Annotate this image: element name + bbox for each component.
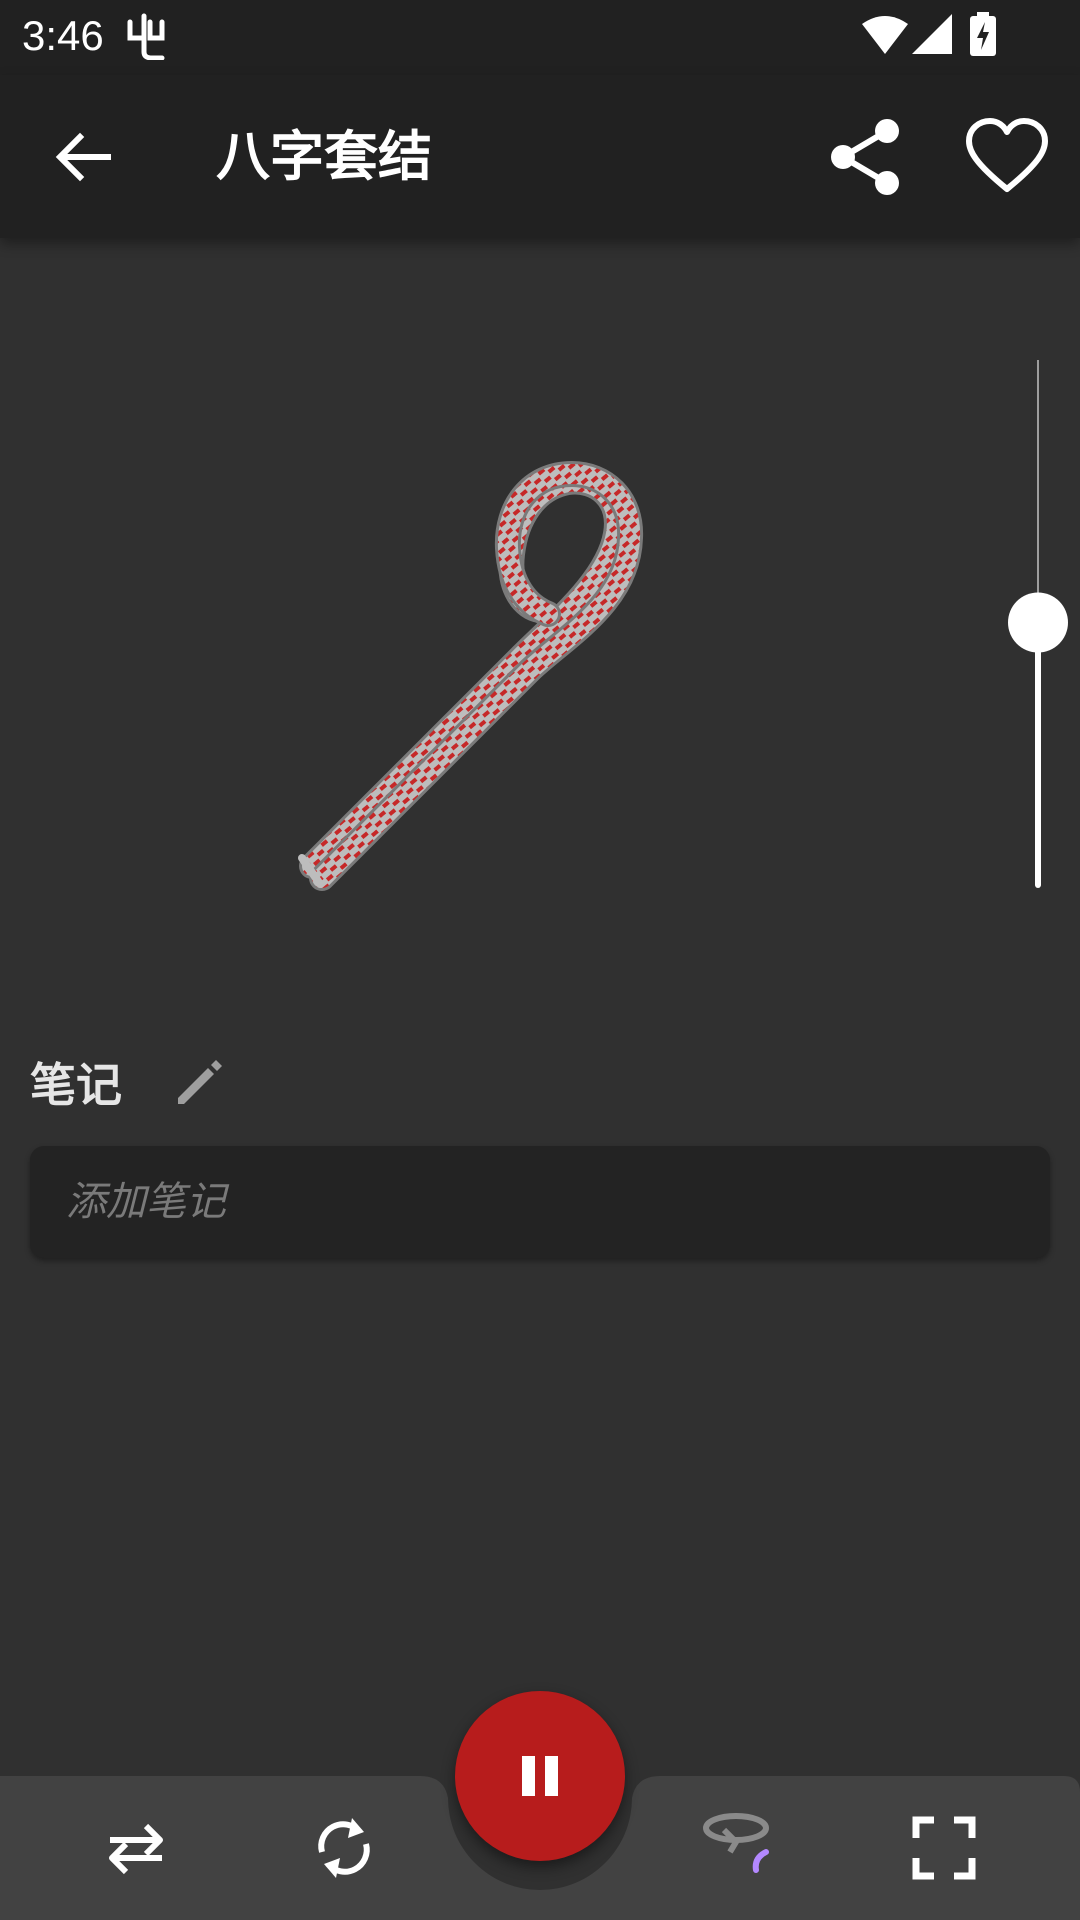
notes-input[interactable]: 添加笔记 (30, 1146, 1050, 1258)
status-time: 3:46 (22, 12, 104, 59)
play-pause-button[interactable] (455, 1691, 625, 1861)
pause-icon (522, 1756, 558, 1796)
page-title: 八字套结 (216, 125, 432, 188)
edit-pencil-icon[interactable] (172, 1054, 228, 1110)
knot-animation-view[interactable] (0, 238, 980, 1018)
status-bar: 3:46 (0, 0, 1080, 75)
slider-thumb[interactable] (1008, 592, 1068, 653)
notes-label: 笔记 (30, 1058, 122, 1112)
heart-outline-icon[interactable] (965, 117, 1049, 197)
rotate-3d-icon[interactable] (700, 1808, 786, 1898)
speed-slider[interactable] (1000, 355, 1076, 895)
debug-icon (127, 13, 165, 60)
arrow-back-icon[interactable] (50, 123, 118, 191)
app-bar: 八字套结 (0, 75, 1080, 238)
cell-signal-icon (912, 14, 952, 54)
loop-icon[interactable] (308, 1812, 380, 1884)
fullscreen-icon[interactable] (908, 1812, 980, 1884)
rope-graphic (298, 460, 644, 891)
swap-horiz-icon[interactable] (100, 1812, 172, 1884)
battery-charging-icon (970, 12, 996, 56)
wifi-icon (862, 16, 908, 54)
share-icon[interactable] (825, 117, 905, 197)
